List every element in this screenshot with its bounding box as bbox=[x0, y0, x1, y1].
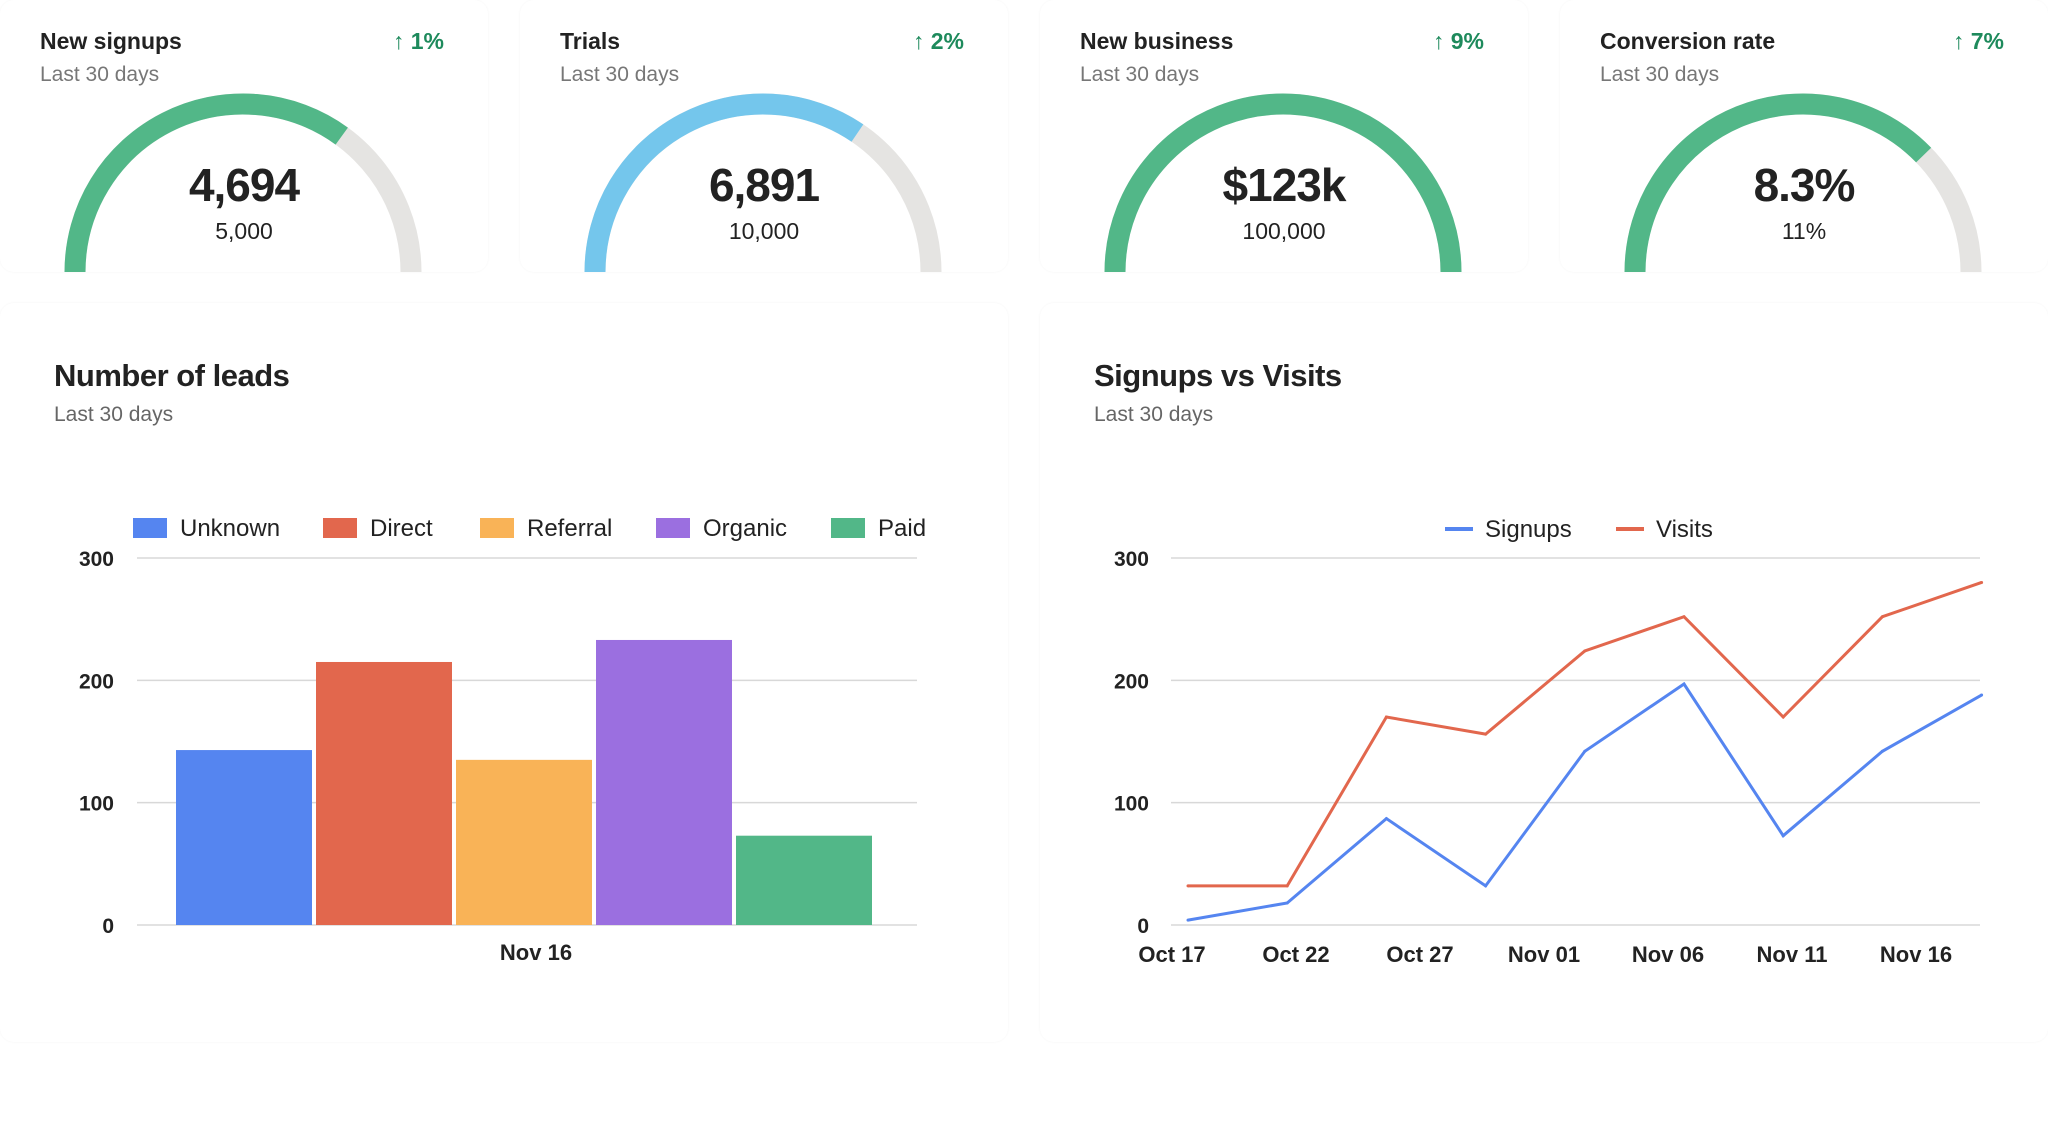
legend-swatch bbox=[323, 518, 357, 538]
legend-swatch bbox=[480, 518, 514, 538]
bar-unknown[interactable] bbox=[176, 750, 312, 925]
arrow-up-icon: ↑ bbox=[1432, 28, 1445, 54]
kpi-card: Conversion rate Last 30 days ↑ 7% 8.3% 1… bbox=[1560, 0, 2048, 272]
bar-direct[interactable] bbox=[316, 661, 452, 925]
legend-label: Organic bbox=[703, 515, 787, 542]
y-tick-label: 200 bbox=[79, 670, 114, 693]
kpi-delta: ↑ 9% bbox=[1432, 28, 1484, 54]
y-tick-label: 0 bbox=[102, 915, 114, 938]
leads-bar-chart: 0 100 200 300 Unknown Direct Referral Organic Pa… bbox=[79, 515, 926, 965]
kpi-subtitle: Last 30 days bbox=[1600, 63, 1720, 86]
kpi-target: 11% bbox=[1781, 218, 1827, 244]
signups-visits-title: Signups vs Visits bbox=[1094, 358, 1342, 393]
legend-label: Direct bbox=[370, 515, 433, 542]
y-tick-label: 300 bbox=[79, 548, 114, 571]
kpi-value: $123k bbox=[1222, 159, 1347, 211]
y-tick-label: 100 bbox=[79, 793, 114, 816]
arrow-up-icon: ↑ bbox=[1952, 28, 1965, 54]
kpi-title: Conversion rate bbox=[1600, 28, 1776, 54]
kpi-target: 100,000 bbox=[1242, 218, 1326, 244]
kpi-delta: ↑ 7% bbox=[1952, 28, 2004, 54]
legend-swatch bbox=[831, 518, 865, 538]
legend-swatch bbox=[656, 518, 690, 538]
kpi-value: 8.3% bbox=[1753, 159, 1856, 211]
legend-swatch bbox=[133, 518, 167, 538]
legend-label: Unknown bbox=[180, 515, 280, 542]
legend-label: Paid bbox=[878, 515, 926, 542]
legend-label: Referral bbox=[527, 515, 612, 542]
kpi-title: New business bbox=[1080, 28, 1234, 54]
x-tick-label: Nov 16 bbox=[500, 940, 572, 965]
signups-visits-subtitle: Last 30 days bbox=[1094, 403, 1214, 426]
kpi-card: New business Last 30 days ↑ 9% $123k 100… bbox=[1040, 0, 1528, 272]
bar-organic[interactable] bbox=[596, 639, 732, 925]
kpi-subtitle: Last 30 days bbox=[1080, 63, 1200, 86]
bar-paid[interactable] bbox=[736, 835, 872, 925]
bar-referral[interactable] bbox=[456, 759, 592, 925]
